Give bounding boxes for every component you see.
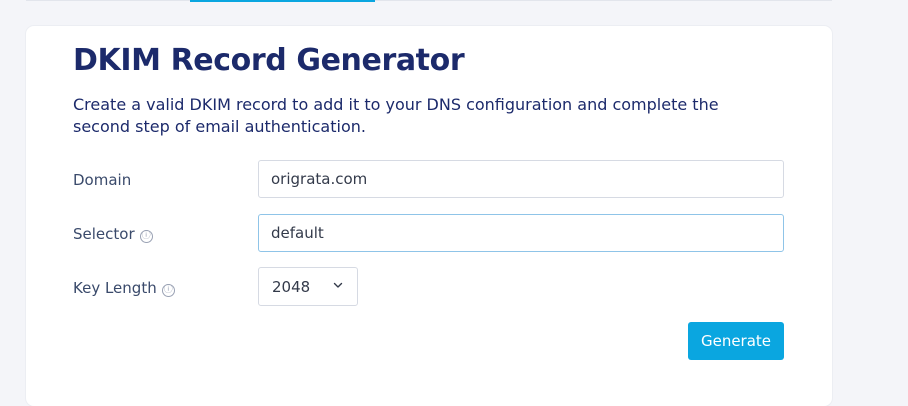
page-description: Create a valid DKIM record to add it to … [73,95,719,136]
key-length-selected-value: 2048 [272,278,311,296]
domain-label: Domain [73,171,131,189]
active-tab-indicator [190,0,375,2]
domain-label-text: Domain [73,171,132,189]
key-length-label: Key Length ⓘ [73,279,175,297]
key-length-select[interactable]: 2048 [258,267,358,306]
selector-input[interactable] [258,214,784,252]
info-icon[interactable]: ⓘ [139,230,153,243]
selector-label-text: Selector [73,225,135,243]
domain-input[interactable] [258,160,784,198]
key-length-label-text: Key Length [73,279,157,297]
generate-button[interactable]: Generate [688,322,784,360]
page-title: DKIM Record Generator [73,43,465,78]
chevron-down-icon [333,282,343,288]
selector-label: Selector ⓘ [73,225,153,243]
top-divider [26,0,832,1]
dkim-generator-card: DKIM Record Generator Create a valid DKI… [26,26,832,406]
info-icon[interactable]: ⓘ [161,284,175,297]
